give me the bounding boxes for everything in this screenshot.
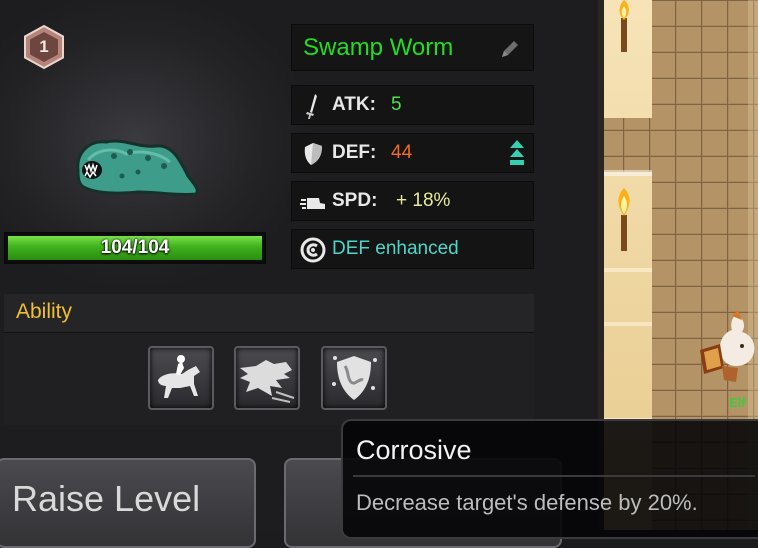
pencil-edit-icon[interactable] [497,36,523,62]
def-value: 44 [391,142,413,163]
def-label: DEF: [332,142,377,163]
def-stat-row: DEF: 44 [291,133,534,173]
acid-shield-icon [332,356,377,400]
status-effect-row: DEF enhanced [291,229,534,269]
ability-title: Ability [16,300,73,323]
atk-value: 5 [391,94,402,115]
spd-stat-row: SPD: + 18% [291,181,534,221]
ability-slot-1[interactable] [148,346,214,410]
shield-icon [304,143,322,165]
atk-stat-row: ATK: 5 [291,85,534,125]
tooltip-divider [353,475,755,477]
sword-icon [306,94,317,119]
ability-slot-3[interactable] [321,346,387,410]
wolf-dash-icon [240,360,295,403]
tooltip-title: Corrosive [356,435,472,465]
monster-name-field[interactable]: Swamp Worm [291,24,534,71]
raise-level-label: Raise Level [12,478,201,519]
ability-header: Ability [4,294,534,333]
atk-label: ATK: [332,94,376,115]
tooltip-description: Decrease target's defense by 20%. [356,490,698,515]
hp-text: 104/104 [100,237,170,258]
elf-unit-label: Elf [729,395,746,410]
raise-level-button[interactable]: Raise Level [0,458,256,548]
ability-tooltip: Corrosive Decrease target's defense by 2… [341,419,758,539]
ability-slot-2[interactable] [234,346,300,410]
status-effect-icon [300,237,326,263]
horse-rider-icon [158,355,200,398]
elf-unit-sprite [700,310,755,382]
swamp-worm-sprite [76,139,199,197]
speed-boot-icon [300,198,325,209]
level-number: 1 [39,37,49,56]
monster-name: Swamp Worm [303,34,454,61]
spd-label: SPD: [332,190,378,211]
level-badge: 1 [21,24,67,70]
status-effect-text: DEF enhanced [332,238,459,259]
spd-value: + 18% [396,190,451,211]
hp-bar: 104/104 [4,232,266,264]
stat-up-arrows-icon [510,140,524,165]
